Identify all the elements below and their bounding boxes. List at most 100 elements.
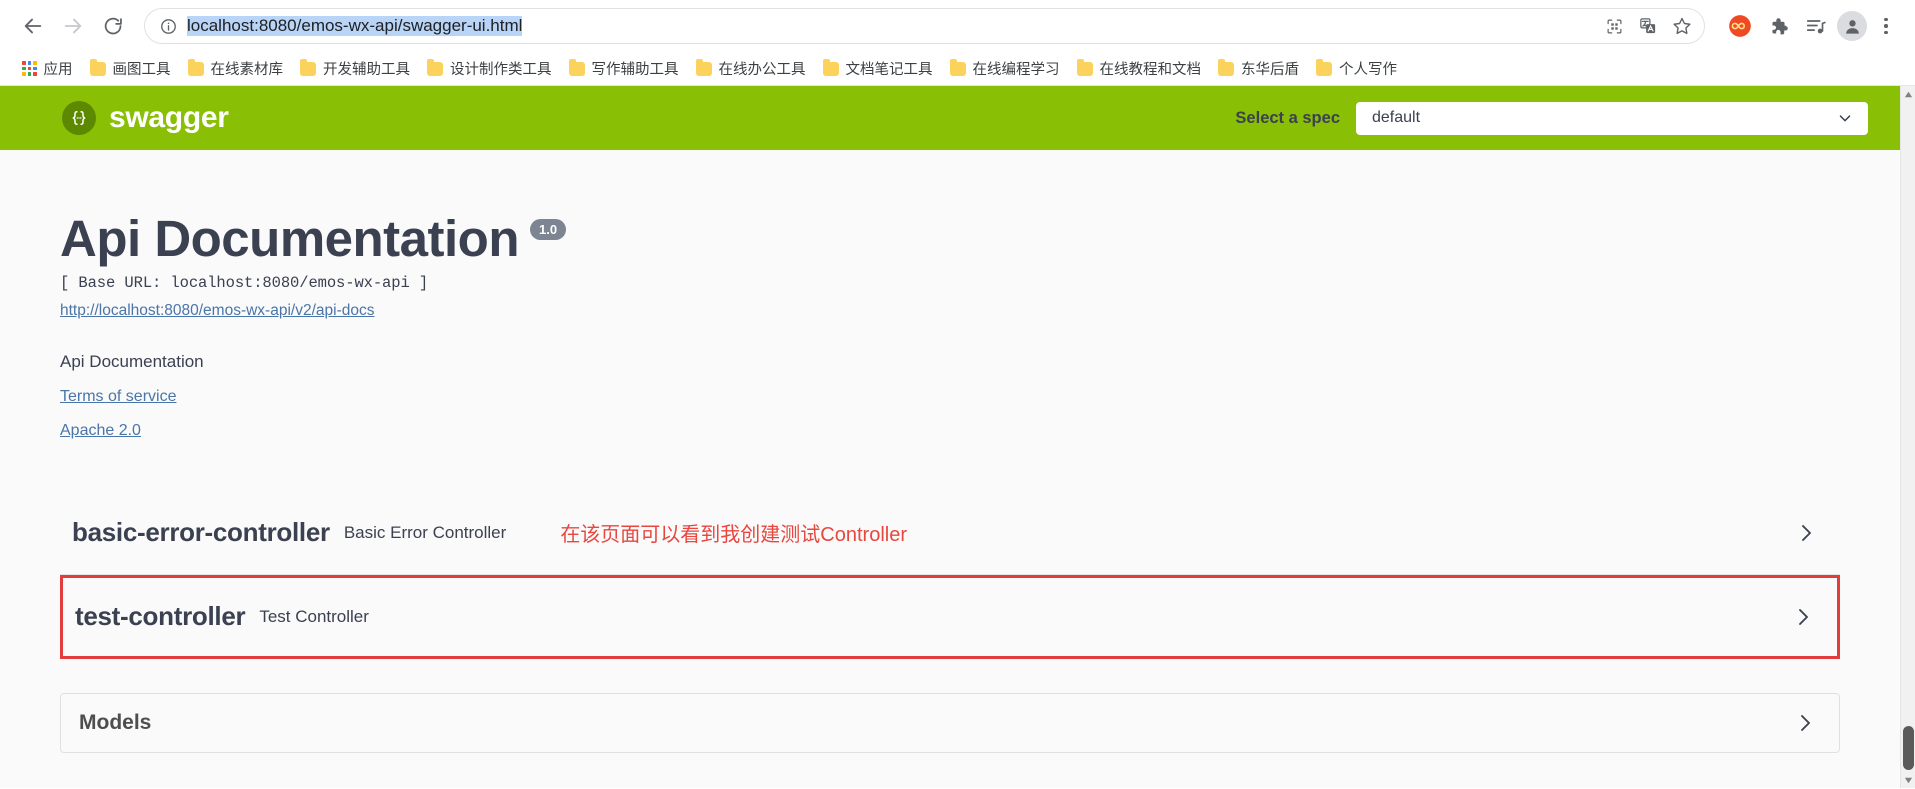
apps-grid-icon — [22, 61, 37, 76]
swagger-ui-page: swagger Select a spec default Api Docume… — [0, 86, 1900, 788]
folder-icon — [300, 58, 316, 76]
chevron-right-icon[interactable] — [1791, 605, 1815, 629]
bookmark-item-10[interactable]: 个人写作 — [1308, 54, 1405, 83]
puzzle-piece-icon[interactable] — [1761, 9, 1795, 43]
tag-name: test-controller — [75, 601, 246, 632]
spec-selector-label: Select a spec — [1235, 108, 1340, 127]
menu-dot — [1884, 30, 1888, 35]
three-dot-menu-icon[interactable] — [1871, 9, 1901, 43]
base-url-text: [ Base URL: localhost:8080/emos-wx-api ] — [60, 273, 429, 292]
forward-button[interactable] — [54, 7, 92, 45]
bookmark-label: 在线教程和文档 — [1099, 62, 1202, 78]
bookmark-item-4[interactable]: 写作辅助工具 — [561, 54, 687, 83]
tags-area: basic-error-controller Basic Error Contr… — [60, 492, 1840, 753]
bookmark-label: 东华后盾 — [1241, 62, 1299, 78]
browser-chrome: localhost:8080/emos-wx-api/swagger-ui.ht… — [0, 0, 1915, 86]
models-section: Models — [60, 692, 1840, 753]
folder-icon — [1218, 58, 1234, 76]
bookmark-label: 设计制作类工具 — [450, 62, 552, 78]
address-bar[interactable]: localhost:8080/emos-wx-api/swagger-ui.ht… — [144, 8, 1705, 44]
menu-dot — [1884, 17, 1888, 22]
folder-icon — [1316, 58, 1332, 76]
spec-select-dropdown[interactable]: default — [1356, 101, 1868, 135]
translate-icon[interactable] — [1632, 10, 1664, 42]
bookmark-item-6[interactable]: 文档笔记工具 — [815, 54, 941, 83]
folder-icon — [89, 58, 106, 76]
spec-selector-area: Select a spec default — [1235, 101, 1868, 135]
bookmark-label: 在线编程学习 — [972, 62, 1060, 78]
swagger-content: Api Documentation 1.0 [ Base URL: localh… — [0, 150, 1900, 788]
folder-icon — [949, 58, 966, 76]
arrow-right-icon — [62, 15, 84, 37]
swagger-logo-text: swagger — [109, 101, 229, 134]
page-viewport: swagger Select a spec default Api Docume… — [0, 86, 1915, 788]
chevron-down-icon — [1836, 109, 1854, 127]
bookmark-apps[interactable]: 应用 — [14, 54, 81, 83]
folder-icon — [427, 58, 443, 76]
folder-icon — [568, 58, 585, 76]
browser-toolbar: localhost:8080/emos-wx-api/swagger-ui.ht… — [0, 0, 1915, 52]
scrollbar-thumb[interactable] — [1903, 726, 1914, 770]
scrollbar-down-arrow-icon[interactable] — [1901, 772, 1915, 788]
scrollbar-up-arrow-icon[interactable] — [1901, 86, 1915, 102]
swagger-topbar: swagger Select a spec default — [0, 86, 1900, 150]
folder-icon — [695, 58, 712, 76]
infinity-extension-icon[interactable] — [1723, 9, 1757, 43]
url-value: localhost:8080/emos-wx-api/swagger-ui.ht… — [187, 16, 523, 36]
swagger-braces-icon — [62, 101, 96, 135]
spec-select-value: default — [1372, 109, 1421, 126]
tag-description: Basic Error Controller — [343, 522, 507, 542]
license-link[interactable]: Apache 2.0 — [60, 422, 1840, 440]
api-docs-link[interactable]: http://localhost:8080/emos-wx-api/v2/api… — [60, 302, 374, 320]
tag-header-test-controller[interactable]: test-controller Test Controller — [63, 578, 1837, 656]
version-badge: 1.0 — [530, 219, 567, 240]
api-title-row: Api Documentation 1.0 — [60, 212, 1840, 266]
api-description: Api Documentation — [60, 351, 204, 371]
menu-dot — [1884, 24, 1888, 28]
page-scrollbar[interactable] — [1900, 86, 1915, 788]
tag-description: Test Controller — [259, 606, 369, 626]
qr-code-icon[interactable] — [1598, 10, 1630, 42]
bookmark-item-0[interactable]: 画图工具 — [82, 54, 179, 83]
bookmark-item-9[interactable]: 东华后盾 — [1210, 54, 1307, 83]
bookmark-label: 在线素材库 — [210, 62, 284, 78]
star-icon[interactable] — [1666, 10, 1698, 42]
tag-section-basic-error-controller: basic-error-controller Basic Error Contr… — [60, 492, 1840, 575]
back-button[interactable] — [14, 7, 52, 45]
omnibox-actions — [1598, 10, 1698, 42]
bookmark-label: 应用 — [43, 62, 73, 78]
bookmarks-bar: 应用 画图工具 在线素材库 开发辅助工具 设计制作类工具 写作辅助工具 在线办公… — [0, 52, 1915, 86]
info-circle-icon[interactable] — [157, 15, 179, 37]
swagger-logo[interactable]: swagger — [62, 101, 229, 135]
page-title: Api Documentation — [60, 210, 520, 267]
tag-section-test-controller: test-controller Test Controller — [60, 574, 1840, 659]
bookmark-label: 文档笔记工具 — [845, 62, 933, 78]
tag-header-basic-error-controller[interactable]: basic-error-controller Basic Error Contr… — [60, 492, 1840, 574]
bookmark-item-3[interactable]: 设计制作类工具 — [419, 54, 560, 83]
bookmark-label: 写作辅助工具 — [591, 62, 679, 78]
tag-name: basic-error-controller — [72, 517, 330, 548]
reload-button[interactable] — [94, 7, 132, 45]
models-title: Models — [79, 710, 152, 734]
browser-extensions-area — [1723, 9, 1901, 43]
arrow-left-icon — [22, 15, 44, 37]
folder-icon — [187, 58, 204, 76]
bookmark-item-8[interactable]: 在线教程和文档 — [1069, 54, 1210, 83]
bookmark-label: 个人写作 — [1339, 62, 1397, 78]
folder-icon — [1076, 58, 1093, 76]
account-avatar-icon[interactable] — [1837, 11, 1867, 41]
terms-of-service-link[interactable]: Terms of service — [60, 388, 1840, 406]
bookmark-item-2[interactable]: 开发辅助工具 — [292, 54, 418, 83]
bookmark-label: 画图工具 — [112, 62, 171, 78]
bookmark-item-7[interactable]: 在线编程学习 — [942, 54, 1068, 83]
bookmark-item-1[interactable]: 在线素材库 — [180, 54, 292, 83]
bookmark-label: 在线办公工具 — [718, 62, 806, 78]
chevron-right-icon[interactable] — [1794, 521, 1818, 545]
models-header[interactable]: Models — [61, 694, 1839, 752]
playlist-music-icon[interactable] — [1799, 9, 1833, 43]
chevron-right-icon[interactable] — [1793, 711, 1817, 735]
url-text[interactable]: localhost:8080/emos-wx-api/swagger-ui.ht… — [187, 16, 1598, 36]
folder-icon — [822, 58, 839, 76]
annotation-note: 在该页面可以看到我创建测试Controller — [560, 524, 908, 547]
bookmark-item-5[interactable]: 在线办公工具 — [688, 54, 814, 83]
